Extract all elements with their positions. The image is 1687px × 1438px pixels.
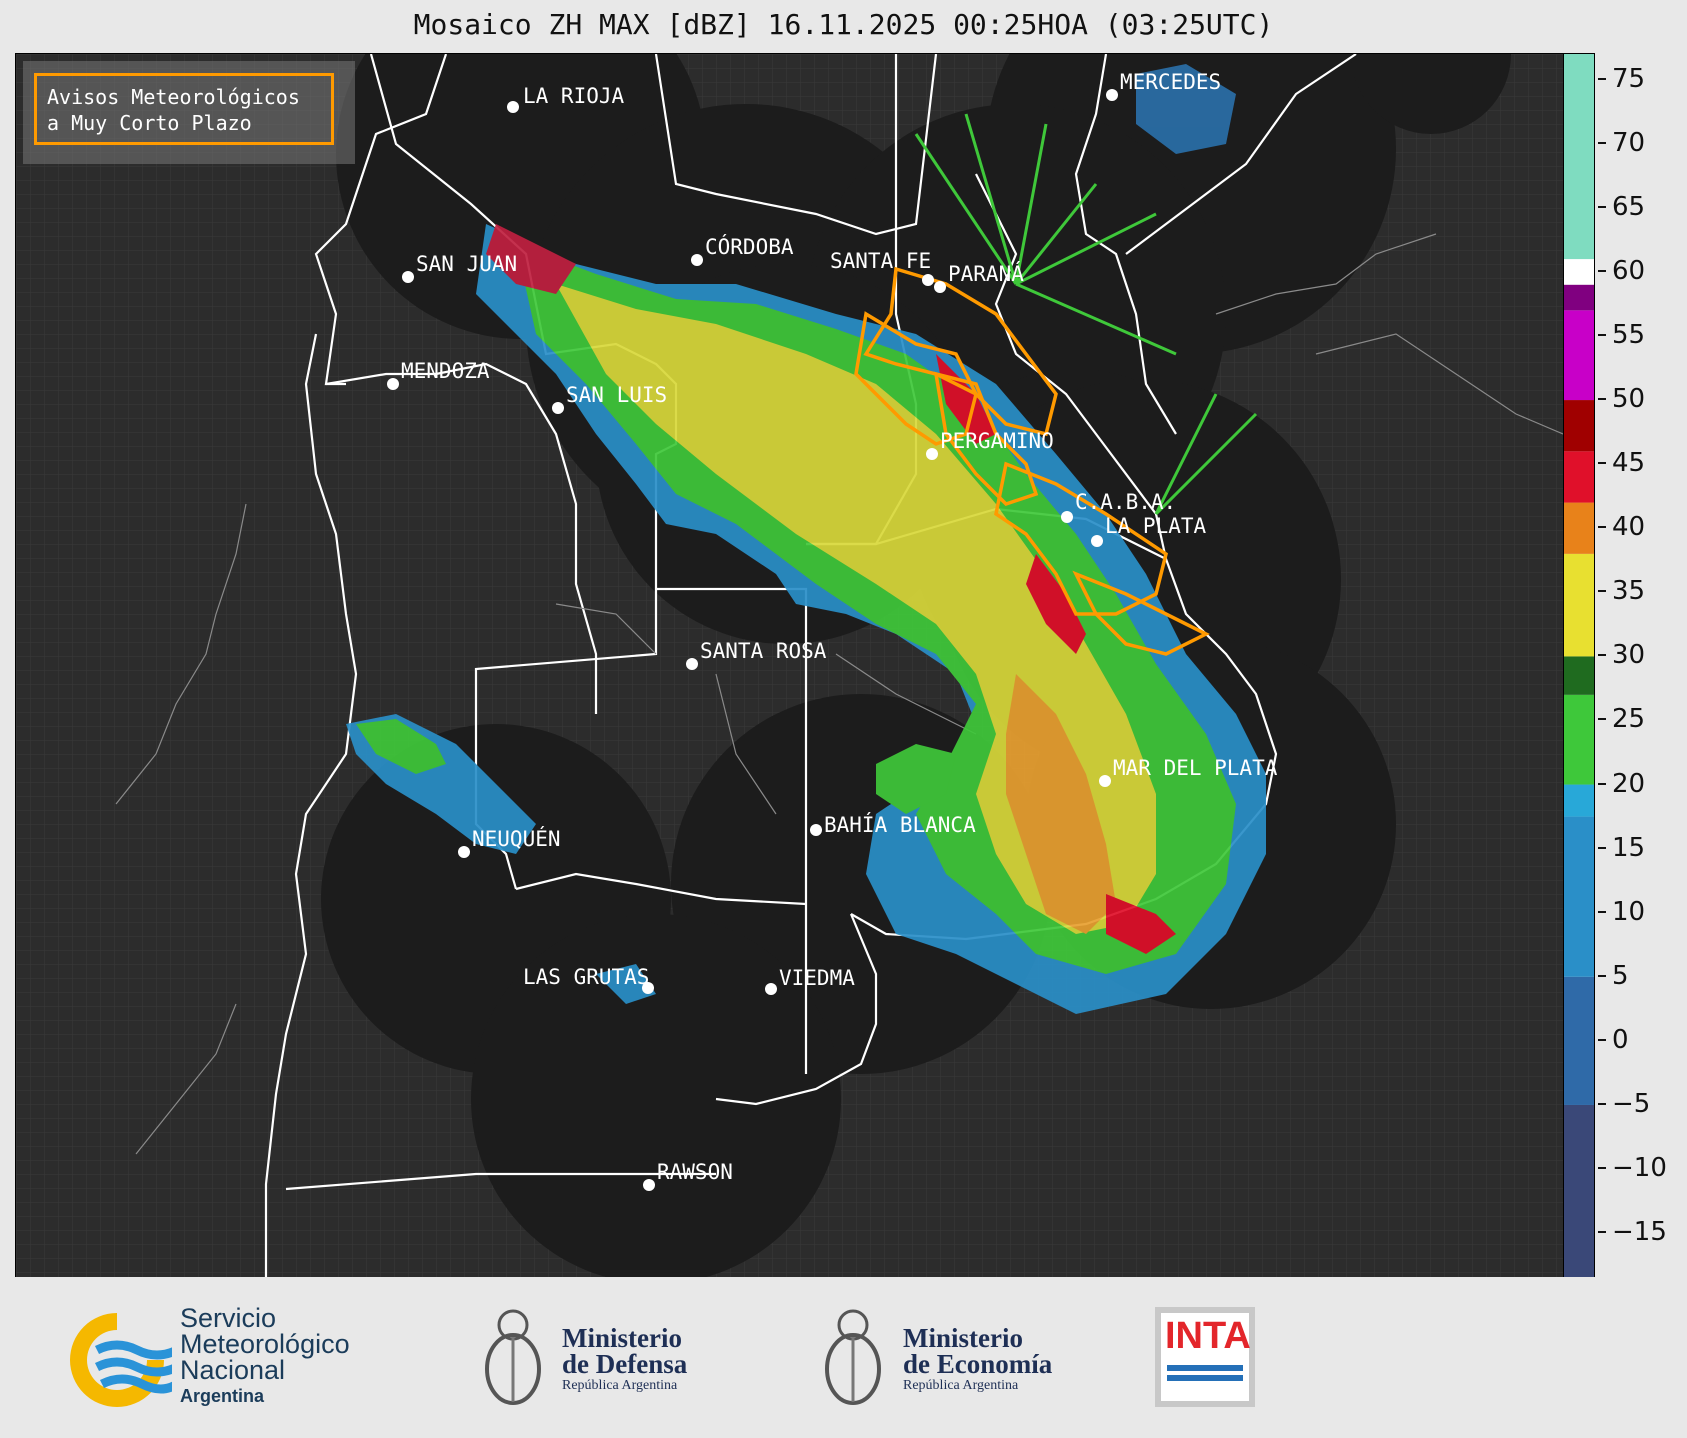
economia-line-2: de Economía bbox=[903, 1349, 1053, 1379]
city-label: RAWSON bbox=[657, 1160, 733, 1184]
city-label: BAHÍA BLANCA bbox=[824, 812, 976, 837]
colorbar-band bbox=[1564, 1104, 1594, 1278]
city-marker-icon[interactable] bbox=[934, 281, 946, 293]
colorbar-tick-label: 40 bbox=[1612, 512, 1646, 543]
radar-map[interactable]: LA RIOJA MERCEDES CÓRDOBA SAN JUAN SANTA FE P… bbox=[15, 53, 1564, 1279]
smn-icon bbox=[70, 1313, 180, 1407]
city-marker-icon[interactable] bbox=[1106, 89, 1118, 101]
colorbar-band bbox=[1564, 259, 1594, 285]
city-marker-icon[interactable] bbox=[691, 254, 703, 266]
colorbar-band bbox=[1564, 451, 1594, 503]
colorbar-band bbox=[1564, 784, 1594, 817]
colorbar-band bbox=[1564, 502, 1594, 554]
colorbar-tick-label: 65 bbox=[1612, 191, 1646, 222]
colorbar-tick-label: 45 bbox=[1612, 448, 1646, 479]
economia-line-3: República Argentina bbox=[903, 1378, 1019, 1393]
city-label: NEUQUÉN bbox=[472, 826, 561, 851]
colorbar-ticks: 75 70 65 60 55 50 45 40 35 30 25 20 15 10 5 0 −5 −10 −15 bbox=[1598, 53, 1683, 1277]
colorbar bbox=[1563, 53, 1595, 1279]
city-label: SANTA FE bbox=[830, 249, 931, 273]
city-marker-icon[interactable] bbox=[922, 274, 934, 286]
colorbar-tick-label: 15 bbox=[1612, 832, 1646, 863]
city-marker-icon[interactable] bbox=[765, 983, 777, 995]
economia-seal-icon bbox=[818, 1297, 888, 1417]
city-marker-icon[interactable] bbox=[643, 1179, 655, 1191]
city-label: PERGAMINO bbox=[940, 429, 1054, 453]
defensa-name[interactable]: Ministerio de Defensa República Argentin… bbox=[562, 1325, 687, 1395]
city-label: LA PLATA bbox=[1105, 514, 1207, 538]
city-marker-icon[interactable] bbox=[686, 658, 698, 670]
city-label: VIEDMA bbox=[779, 966, 855, 990]
defensa-line-1: Ministerio bbox=[562, 1323, 682, 1353]
legend-line-2: a Muy Corto Plazo bbox=[47, 111, 252, 135]
smn-line-1: Servicio bbox=[180, 1303, 277, 1333]
colorbar-tick-label: 50 bbox=[1612, 384, 1646, 415]
colorbar-tick-label: 10 bbox=[1612, 896, 1646, 927]
colorbar-tick-label: 25 bbox=[1612, 704, 1646, 735]
colorbar-tick-label: 0 bbox=[1612, 1024, 1629, 1055]
city-marker-icon[interactable] bbox=[810, 824, 822, 836]
colorbar-tick-label: 5 bbox=[1612, 960, 1629, 991]
colorbar-band bbox=[1564, 284, 1594, 311]
city-label: SANTA ROSA bbox=[700, 639, 827, 663]
colorbar-tick-label: 55 bbox=[1612, 319, 1646, 350]
smn-line-2: Meteorológico bbox=[180, 1329, 350, 1359]
city-marker-icon[interactable] bbox=[1091, 535, 1103, 547]
colorbar-band bbox=[1564, 400, 1594, 452]
colorbar-band bbox=[1564, 656, 1594, 695]
smn-line-4: Argentina bbox=[180, 1386, 265, 1406]
colorbar-band bbox=[1564, 694, 1594, 785]
colorbar-band bbox=[1564, 816, 1594, 977]
colorbar-tick-label: 30 bbox=[1612, 640, 1646, 671]
city-label: MAR DEL PLATA bbox=[1113, 756, 1278, 780]
city-label: MERCEDES bbox=[1120, 70, 1221, 94]
city-marker-icon[interactable] bbox=[402, 271, 414, 283]
economia-line-1: Ministerio bbox=[903, 1323, 1023, 1353]
city-label: SAN LUIS bbox=[566, 383, 667, 407]
city-label: MENDOZA bbox=[401, 359, 490, 383]
city-marker-icon[interactable] bbox=[926, 448, 938, 460]
city-marker-icon[interactable] bbox=[552, 402, 564, 414]
city-label: LAS GRUTAS bbox=[523, 965, 649, 989]
defensa-line-2: de Defensa bbox=[562, 1349, 688, 1379]
city-marker-icon[interactable] bbox=[1099, 775, 1111, 787]
smn-name: Servicio Meteorológico Nacional Argentin… bbox=[180, 1305, 350, 1409]
colorbar-tick-label: 35 bbox=[1612, 576, 1646, 607]
colorbar-tick-label: −15 bbox=[1612, 1217, 1667, 1248]
city-marker-icon[interactable] bbox=[1061, 511, 1073, 523]
city-marker-icon[interactable] bbox=[387, 378, 399, 390]
city-marker-icon[interactable] bbox=[507, 101, 519, 113]
defensa-seal-icon bbox=[478, 1297, 548, 1417]
warning-legend: Avisos Meteorológicos a Muy Corto Plazo bbox=[34, 73, 334, 145]
colorbar-band bbox=[1564, 553, 1594, 657]
colorbar-tick-label: 60 bbox=[1612, 255, 1646, 286]
smn-logo[interactable] bbox=[62, 1305, 180, 1415]
defensa-line-3: República Argentina bbox=[562, 1378, 678, 1393]
city-marker-icon[interactable] bbox=[458, 846, 470, 858]
colorbar-tick-label: −5 bbox=[1612, 1088, 1651, 1119]
colorbar-tick-label: 20 bbox=[1612, 768, 1646, 799]
colorbar-tick-label: 75 bbox=[1612, 63, 1646, 94]
city-label: PARANÁ bbox=[948, 261, 1024, 286]
inta-logo[interactable]: INTA bbox=[1155, 1307, 1255, 1407]
inta-label: INTA bbox=[1165, 1315, 1251, 1357]
map-title: Mosaico ZH MAX [dBZ] 16.11.2025 00:25HOA… bbox=[413, 8, 1274, 41]
colorbar-tick-label: −10 bbox=[1612, 1153, 1667, 1184]
colorbar-band bbox=[1564, 310, 1594, 401]
footer: Servicio Meteorológico Nacional Argentin… bbox=[0, 1277, 1687, 1438]
colorbar-tick-label: 70 bbox=[1612, 127, 1646, 158]
colorbar-band bbox=[1564, 54, 1594, 260]
economia-name[interactable]: Ministerio de Economía República Argenti… bbox=[903, 1325, 1052, 1395]
city-label: C.A.B.A. bbox=[1075, 490, 1176, 514]
city-label: CÓRDOBA bbox=[705, 234, 794, 259]
smn-line-3: Nacional bbox=[180, 1355, 286, 1385]
colorbar-band bbox=[1564, 976, 1594, 1105]
map-canvas: LA RIOJA MERCEDES CÓRDOBA SAN JUAN SANTA FE P… bbox=[16, 54, 1563, 1278]
city-label: LA RIOJA bbox=[523, 84, 625, 108]
city-label: SAN JUAN bbox=[416, 252, 517, 276]
legend-line-1: Avisos Meteorológicos bbox=[47, 85, 300, 109]
